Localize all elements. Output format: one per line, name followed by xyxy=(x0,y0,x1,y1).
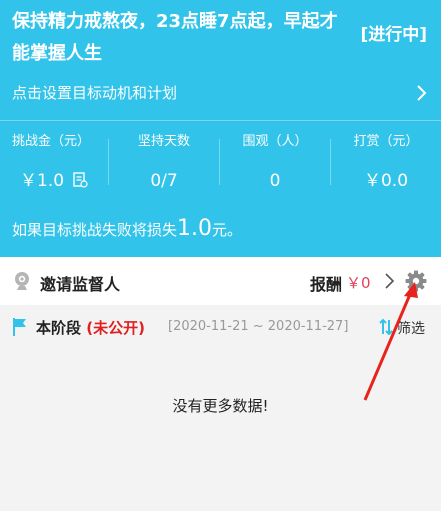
stat-label: 围观（人） xyxy=(242,134,308,149)
stat-tips: 打赏（元） ￥0.0 xyxy=(331,133,441,191)
stage-title: 本阶段 (未公开) xyxy=(36,319,145,337)
reward-value: ￥0 xyxy=(346,274,371,292)
stat-value: ￥1.0 xyxy=(12,167,112,195)
webcam-icon xyxy=(15,272,29,290)
stat-label: 打赏（元） xyxy=(353,134,419,149)
loss-notice: 如果目标挑战失败将损失1.0元。 xyxy=(12,216,243,241)
invite-supervisor-row[interactable]: 邀请监督人 报酬 ￥0 xyxy=(0,257,441,305)
date-range: [2020-11-21 ~ 2020-11-27] xyxy=(168,319,349,334)
stat-label: 挑战金（元） xyxy=(12,134,91,149)
stat-watchers: 围观（人） 0 xyxy=(220,133,330,191)
loss-amount: 1.0 xyxy=(177,216,213,241)
stat-label: 坚持天数 xyxy=(137,134,190,149)
sort-filter-icon[interactable] xyxy=(378,318,394,336)
chevron-right-icon xyxy=(417,85,427,101)
stat-days: 坚持天数 0/7 xyxy=(109,133,219,191)
stat-value: 0 xyxy=(269,171,281,191)
challenge-title: 保持精力戒熬夜，23点睡7点起，早起才能掌握人生 xyxy=(12,11,338,64)
reward-label: 报酬 xyxy=(310,275,343,294)
receipt-icon xyxy=(73,172,89,188)
stat-value: ￥0.0 xyxy=(363,171,409,191)
stage-header: 本阶段 (未公开) [2020-11-21 ~ 2020-11-27] 筛选 xyxy=(0,305,441,349)
plan-link-label: 点击设置目标动机和计划 xyxy=(12,84,178,102)
chevron-right-icon xyxy=(385,273,395,289)
status-badge: [进行中] xyxy=(360,25,427,45)
stat-value: 0/7 xyxy=(150,171,178,191)
stats-row: 挑战金（元） ￥1.0 坚持天数 0/7 围观（人） 0 打赏（元） ￥0.0 xyxy=(0,133,441,191)
gear-icon[interactable] xyxy=(404,269,428,293)
filter-button[interactable]: 筛选 xyxy=(397,318,425,338)
empty-state-message: 没有更多数据! xyxy=(172,397,269,415)
flag-icon xyxy=(13,318,26,336)
privacy-status: (未公开) xyxy=(86,319,145,337)
header-divider xyxy=(0,120,441,121)
challenge-header: 保持精力戒熬夜，23点睡7点起，早起才能掌握人生 [进行中] 点击设置目标动机和… xyxy=(0,0,441,257)
invite-supervisor-label: 邀请监督人 xyxy=(40,275,121,294)
set-plan-link[interactable]: 点击设置目标动机和计划 xyxy=(12,82,430,104)
stat-deposit: 挑战金（元） ￥1.0 xyxy=(12,133,112,191)
